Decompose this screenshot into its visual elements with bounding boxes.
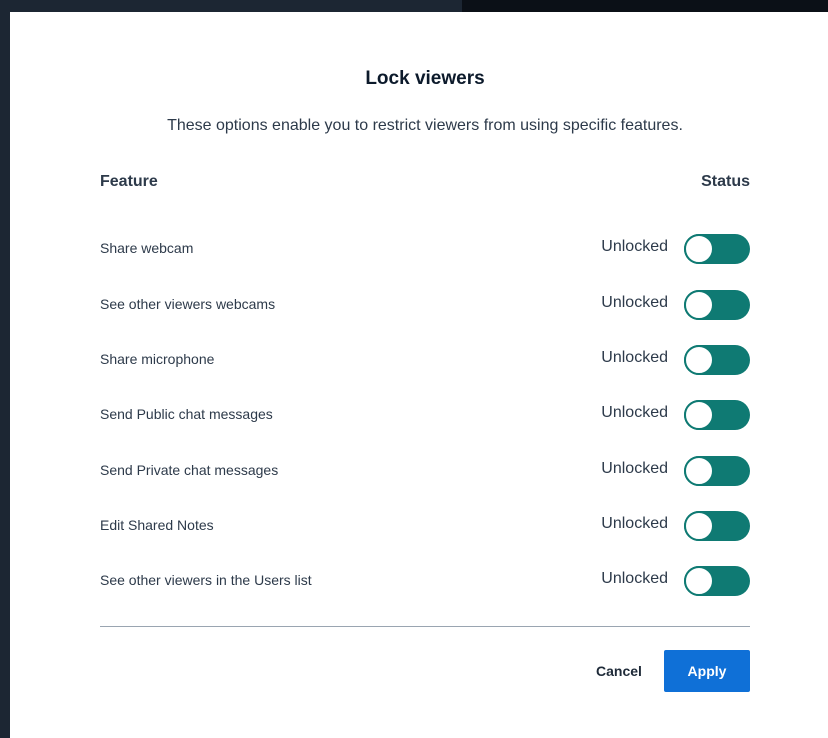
toggle-knob xyxy=(684,511,714,541)
status-text: Unlocked xyxy=(601,349,668,366)
lock-row-see-other-webcams: See other viewers webcams Unlocked xyxy=(100,286,750,326)
toggle-knob xyxy=(684,456,714,486)
lock-toggle[interactable] xyxy=(684,456,750,486)
toggle-knob xyxy=(684,400,714,430)
lock-toggle[interactable] xyxy=(684,400,750,430)
feature-label: Edit Shared Notes xyxy=(100,517,214,533)
toggle-knob xyxy=(684,234,714,264)
modal-description: These options enable you to restrict vie… xyxy=(167,117,683,134)
toggle-knob xyxy=(684,290,714,320)
background-app-edge xyxy=(0,0,10,738)
cancel-button[interactable]: Cancel xyxy=(584,650,654,692)
lock-row-private-chat: Send Private chat messages Unlocked xyxy=(100,452,750,492)
feature-label: Share webcam xyxy=(100,240,194,256)
feature-label: Send Private chat messages xyxy=(100,462,279,478)
feature-column-header: Feature xyxy=(100,173,158,190)
lock-viewers-modal: Lock viewers These options enable you to… xyxy=(10,12,828,738)
status-text: Unlocked xyxy=(601,238,668,255)
feature-label: Send Public chat messages xyxy=(100,406,273,422)
lock-row-share-microphone: Share microphone Unlocked xyxy=(100,341,750,381)
status-text: Unlocked xyxy=(601,460,668,477)
toggle-knob xyxy=(684,566,714,596)
lock-row-users-list: See other viewers in the Users list Unlo… xyxy=(100,562,750,602)
status-text: Unlocked xyxy=(601,515,668,532)
lock-toggle[interactable] xyxy=(684,345,750,375)
modal-title: Lock viewers xyxy=(365,68,485,89)
lock-row-share-webcam: Share webcam Unlocked xyxy=(100,230,750,270)
lock-toggle[interactable] xyxy=(684,290,750,320)
status-column-header: Status xyxy=(701,173,750,190)
feature-label: See other viewers in the Users list xyxy=(100,572,312,588)
lock-toggle[interactable] xyxy=(684,234,750,264)
toggle-knob xyxy=(684,345,714,375)
feature-label: Share microphone xyxy=(100,351,215,367)
feature-label: See other viewers webcams xyxy=(100,296,276,312)
apply-button[interactable]: Apply xyxy=(664,650,750,692)
status-text: Unlocked xyxy=(601,294,668,311)
lock-toggle[interactable] xyxy=(684,511,750,541)
status-text: Unlocked xyxy=(601,570,668,587)
lock-toggle[interactable] xyxy=(684,566,750,596)
lock-row-public-chat: Send Public chat messages Unlocked xyxy=(100,396,750,436)
background-app-strip xyxy=(0,0,828,12)
status-text: Unlocked xyxy=(601,404,668,421)
lock-row-shared-notes: Edit Shared Notes Unlocked xyxy=(100,507,750,547)
footer-divider xyxy=(100,626,750,627)
